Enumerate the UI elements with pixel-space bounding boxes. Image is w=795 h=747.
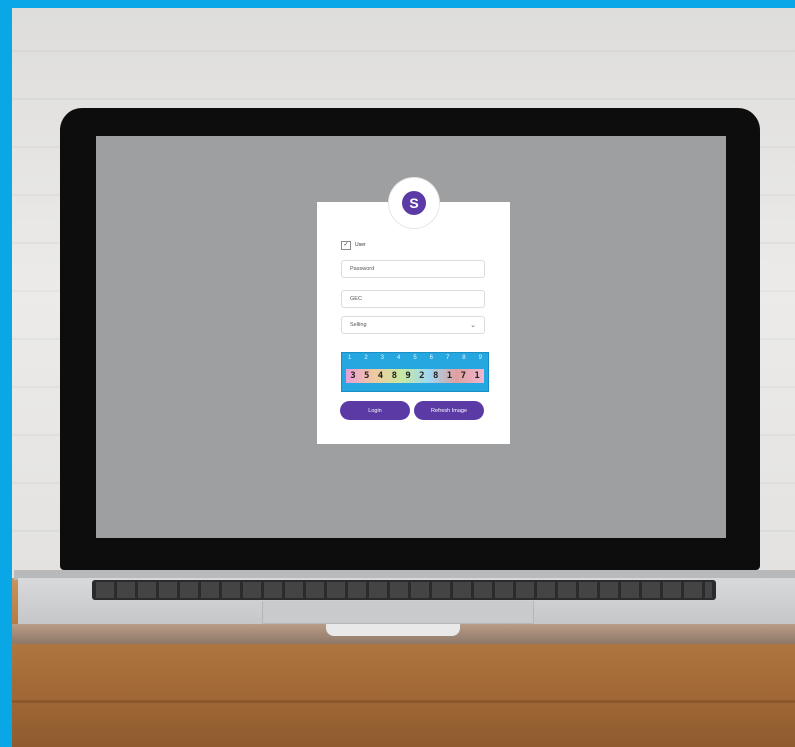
captcha-char: 2	[419, 371, 425, 381]
role-select[interactable]: Selling ⌄	[341, 316, 485, 334]
captcha-number: 1	[348, 355, 352, 361]
captcha-number: 4	[396, 355, 401, 361]
refresh-image-button[interactable]: Refresh Image	[414, 401, 484, 420]
lid-notch	[326, 624, 460, 636]
code-field-value: GEC	[350, 296, 362, 302]
desk-grain	[12, 700, 795, 703]
login-button[interactable]: Login	[340, 401, 410, 420]
captcha-number: 6	[429, 355, 433, 361]
captcha-char: 7	[460, 371, 466, 381]
captcha-number: 8	[462, 355, 466, 361]
captcha-number: 9	[478, 355, 482, 361]
captcha-number: 3	[380, 355, 384, 361]
captcha-code-strip: 3 5 4 8 9 2 8 1 7 1	[346, 369, 484, 383]
logo-icon: S	[402, 191, 426, 215]
user-row[interactable]: ✓ User	[341, 240, 366, 250]
captcha-number: 2	[364, 355, 368, 361]
captcha-char: 8	[391, 371, 397, 381]
captcha-char: 4	[377, 371, 384, 381]
captcha-char: 8	[432, 371, 439, 381]
captcha-char: 9	[405, 371, 411, 381]
captcha-char: 1	[474, 371, 480, 381]
keyboard	[92, 580, 716, 600]
captcha-char: 5	[363, 371, 370, 381]
password-placeholder: Password	[350, 266, 375, 272]
captcha-number: 5	[413, 355, 417, 361]
password-field[interactable]: Password	[341, 260, 485, 278]
captcha-char: 3	[350, 371, 356, 381]
user-checkbox[interactable]: ✓	[341, 240, 351, 250]
captcha-number-row: 1 2 3 4 5 6 7 8 9	[348, 355, 482, 365]
brand-logo: S	[389, 178, 439, 228]
user-label: User	[355, 242, 366, 248]
captcha-char: 1	[446, 371, 453, 381]
captcha-number: 7	[445, 355, 450, 361]
left-border	[0, 0, 12, 747]
chevron-down-icon: ⌄	[470, 322, 476, 329]
role-select-value: Selling	[350, 322, 367, 328]
code-field[interactable]: GEC	[341, 290, 485, 308]
captcha-image: 1 2 3 4 5 6 7 8 9 3 5 4 8 9 2 8 1 7 1	[341, 352, 489, 392]
top-border	[0, 0, 795, 8]
trackpad	[262, 601, 534, 624]
